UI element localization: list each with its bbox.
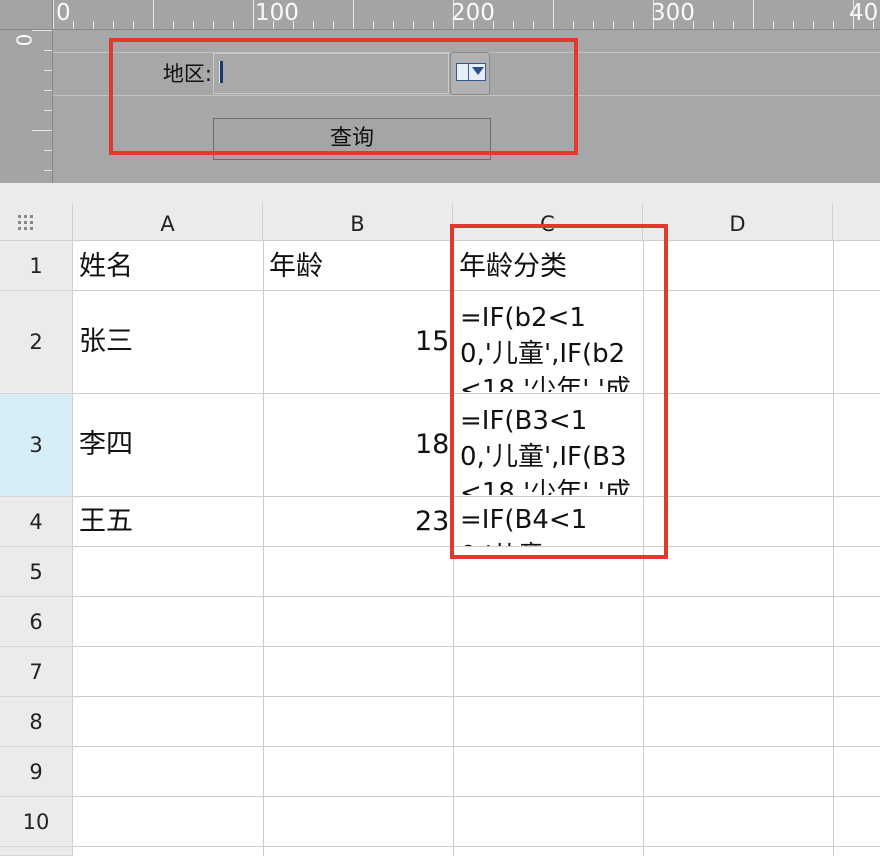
row-header-9[interactable]: 9: [0, 747, 73, 797]
highlight-box-parameters: [109, 38, 578, 155]
ruler-tick: [733, 21, 734, 29]
ruler-tick: [673, 21, 674, 29]
ruler-tick: [613, 21, 614, 29]
ruler-tick: [473, 21, 474, 29]
ruler-tick: [32, 130, 52, 131]
ruler-tick: [53, 0, 54, 29]
ruler-tick: [44, 90, 52, 91]
ruler-tick: [333, 21, 334, 29]
row-header-2[interactable]: 2: [0, 291, 73, 394]
cell-b3[interactable]: 18: [265, 425, 453, 465]
ruler-tick: [44, 50, 52, 51]
ruler-tick: [413, 21, 414, 29]
ruler-tick: [173, 21, 174, 29]
ruler-tick: [853, 0, 854, 29]
row-header-4[interactable]: 4: [0, 497, 73, 547]
vertical-ruler-label: 0: [12, 33, 37, 47]
ruler-tick: [44, 170, 52, 171]
ruler-tick: [493, 21, 494, 29]
ruler-tick: [273, 21, 274, 29]
ruler-tick: [193, 21, 194, 29]
gridline: [73, 846, 880, 847]
row-header-11[interactable]: [0, 847, 73, 856]
cell-a4[interactable]: 王五: [79, 502, 259, 542]
gridline: [263, 241, 264, 856]
gridline: [73, 746, 880, 747]
horizontal-ruler: 0 100 200 300 40: [53, 0, 880, 30]
ruler-tick: [73, 21, 74, 29]
ruler-tick: [32, 30, 52, 31]
ruler-tick: [213, 21, 214, 29]
ruler-tick: [573, 21, 574, 29]
gridline: [73, 646, 880, 647]
column-header-d[interactable]: D: [643, 203, 833, 241]
cell-b4[interactable]: 23: [265, 502, 453, 542]
gridline: [833, 241, 834, 856]
ruler-tick: [113, 21, 114, 29]
column-header-b[interactable]: B: [263, 203, 453, 241]
ruler-tick: [553, 0, 554, 29]
grid-icon: [18, 215, 38, 231]
ruler-tick: [373, 21, 374, 29]
ruler-tick: [873, 21, 874, 29]
ruler-tick: [44, 110, 52, 111]
ruler-tick: [44, 150, 52, 151]
ruler-tick: [293, 21, 294, 29]
ruler-tick: [313, 21, 314, 29]
ruler-tick: [353, 0, 354, 29]
cell-a3[interactable]: 李四: [79, 425, 259, 465]
ruler-tick: [653, 0, 654, 29]
column-header-e[interactable]: [833, 203, 880, 241]
highlight-box-formulas: [450, 224, 668, 559]
row-header-1[interactable]: 1: [0, 241, 73, 291]
cell-a1[interactable]: 姓名: [79, 247, 259, 287]
ruler-tick: [44, 70, 52, 71]
ruler-tick: [713, 21, 714, 29]
gridline: [73, 696, 880, 697]
row-header-7[interactable]: 7: [0, 647, 73, 697]
row-header-5[interactable]: 5: [0, 547, 73, 597]
gridline: [73, 796, 880, 797]
panel-separator: [0, 183, 880, 203]
ruler-tick: [813, 21, 814, 29]
vertical-ruler: [0, 30, 53, 183]
ruler-tick: [433, 21, 434, 29]
cell-b1[interactable]: 年龄: [269, 247, 449, 287]
row-header-8[interactable]: 8: [0, 697, 73, 747]
column-header-a[interactable]: A: [73, 203, 263, 241]
ruler-tick: [833, 21, 834, 29]
cell-a2[interactable]: 张三: [79, 322, 259, 362]
ruler-tick: [133, 21, 134, 29]
ruler-label-0: 0: [56, 0, 71, 26]
row-header-3[interactable]: 3: [0, 394, 73, 497]
ruler-tick: [593, 21, 594, 29]
ruler-tick: [253, 0, 254, 29]
row-header-6[interactable]: 6: [0, 597, 73, 647]
ruler-tick: [793, 21, 794, 29]
gridline: [73, 596, 880, 597]
ruler-tick: [93, 21, 94, 29]
ruler-tick: [633, 21, 634, 29]
ruler-tick: [233, 21, 234, 29]
ruler-tick: [513, 21, 514, 29]
ruler-tick: [533, 21, 534, 29]
ruler-tick: [153, 0, 154, 29]
ruler-tick: [393, 21, 394, 29]
ruler-tick: [453, 0, 454, 29]
ruler-corner: [0, 0, 53, 30]
ruler-tick: [693, 21, 694, 29]
cell-b2[interactable]: 15: [265, 322, 453, 362]
ruler-tick: [773, 21, 774, 29]
row-header-10[interactable]: 10: [0, 797, 73, 847]
ruler-tick: [753, 0, 754, 29]
